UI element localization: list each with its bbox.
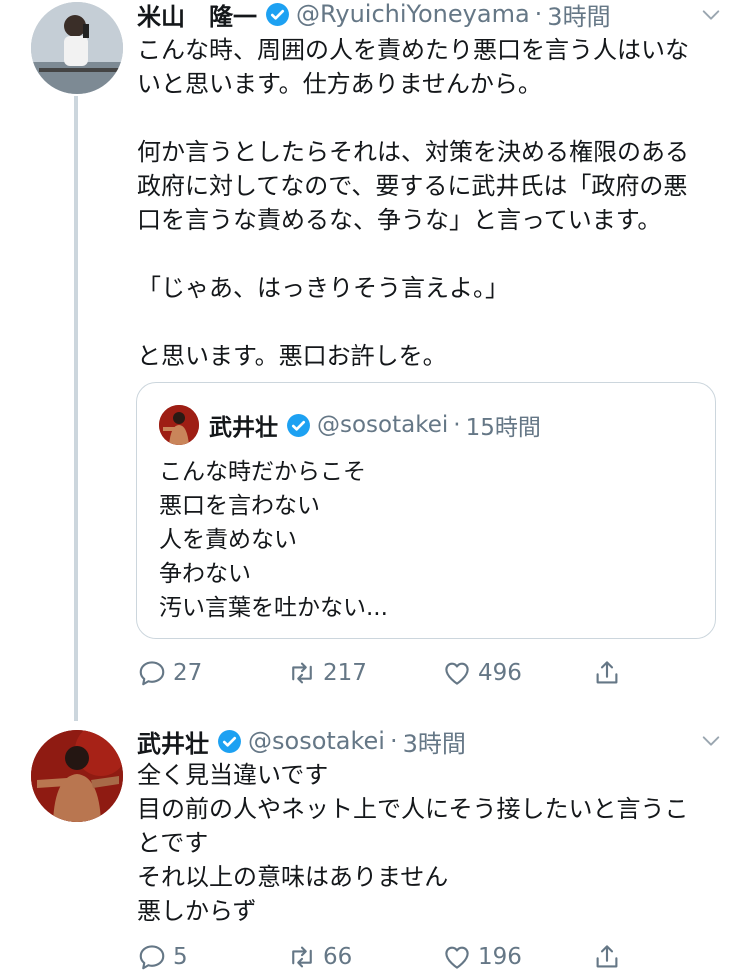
reply-icon: [139, 661, 165, 686]
retweet-count: 66: [323, 944, 353, 970]
avatar[interactable]: [31, 730, 123, 822]
chevron-down-icon[interactable]: [700, 730, 722, 752]
retweet-button[interactable]: 66: [287, 939, 352, 975]
verified-badge-icon: [218, 729, 241, 753]
tweet-text: 全く見当違いです 目の前の人やネット上で人にそう接したいと言うこ とです それ以…: [137, 761, 689, 925]
separator-dot: ·: [534, 0, 543, 28]
tweet-actions: 5 66 196: [137, 939, 657, 975]
retweet-icon: [292, 662, 312, 684]
quoted-tweet[interactable]: 武井壮 @sosotakei · 15時間 こんな時だからこそ 悪口を言わない …: [136, 382, 716, 639]
like-count: 196: [478, 944, 522, 970]
author-name[interactable]: 武井壮: [137, 724, 209, 759]
reply-count: 27: [173, 660, 203, 686]
separator-dot: ·: [389, 727, 398, 755]
tweet-header: 米山 隆一 @RyuichiYoneyama · 3時間: [137, 0, 611, 32]
avatar-image: [31, 2, 123, 94]
quoted-author-name: 武井壮: [209, 415, 278, 441]
like-count: 496: [478, 660, 522, 686]
share-button[interactable]: [592, 655, 628, 691]
quoted-author-handle: @sosotakei: [317, 412, 449, 438]
author-name[interactable]: 米山 隆一: [137, 0, 257, 32]
avatar-image: [159, 405, 199, 445]
reply-count: 5: [173, 944, 188, 970]
quoted-text: こんな時だからこそ 悪口を言わない 人を責めない 争わない 汚い言葉を吐かない.…: [159, 459, 388, 621]
retweet-button[interactable]: 217: [287, 655, 367, 691]
avatar-image: [31, 730, 123, 822]
share-icon: [596, 661, 618, 684]
separator-dot: ·: [453, 412, 461, 438]
timestamp[interactable]: 3時間: [403, 724, 466, 759]
quoted-avatar: [159, 405, 199, 445]
share-button[interactable]: [592, 939, 628, 975]
tweet-header: 武井壮 @sosotakei · 3時間: [137, 724, 466, 759]
timestamp[interactable]: 3時間: [547, 0, 610, 32]
retweet-count: 217: [323, 660, 367, 686]
heart-icon: [445, 662, 469, 685]
thread-connector-line: [74, 96, 78, 721]
tweet-text: こんな時、周囲の人を責めたり悪口を言う人はいな いと思います。仕方ありませんから…: [137, 36, 689, 370]
like-button[interactable]: 196: [442, 939, 522, 975]
quoted-header: 武井壮 @sosotakei · 15時間: [209, 409, 541, 441]
avatar[interactable]: [31, 2, 123, 94]
author-handle[interactable]: @sosotakei: [248, 727, 385, 755]
author-handle[interactable]: @RyuichiYoneyama: [296, 0, 530, 28]
reply-button[interactable]: 5: [137, 939, 188, 975]
like-button[interactable]: 496: [442, 655, 522, 691]
quoted-timestamp: 15時間: [465, 415, 541, 441]
chevron-down-icon[interactable]: [700, 4, 722, 26]
verified-badge-icon: [287, 413, 310, 437]
tweet-actions: 27 217 496: [137, 655, 657, 691]
verified-badge-icon: [266, 2, 289, 26]
reply-button[interactable]: 27: [137, 655, 202, 691]
